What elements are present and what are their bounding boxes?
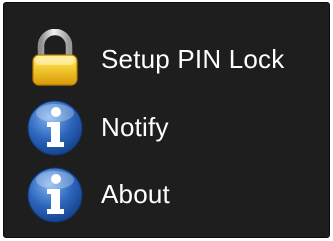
menu-item-notify[interactable]: Notify [4, 92, 329, 162]
menu-item-label: Notify [101, 112, 169, 142]
menu-item-label: Setup PIN Lock [101, 44, 285, 74]
lock-icon [25, 29, 85, 89]
menu-item-label: About [101, 179, 170, 209]
menu-item-setup-pin-lock[interactable]: Setup PIN Lock [4, 24, 329, 94]
options-menu: Setup PIN Lock Notify About [4, 3, 329, 237]
info-icon [25, 97, 85, 157]
context-menu-panel: Setup PIN Lock Notify About [3, 2, 330, 238]
menu-item-about[interactable]: About [4, 159, 329, 229]
info-icon [25, 164, 85, 224]
